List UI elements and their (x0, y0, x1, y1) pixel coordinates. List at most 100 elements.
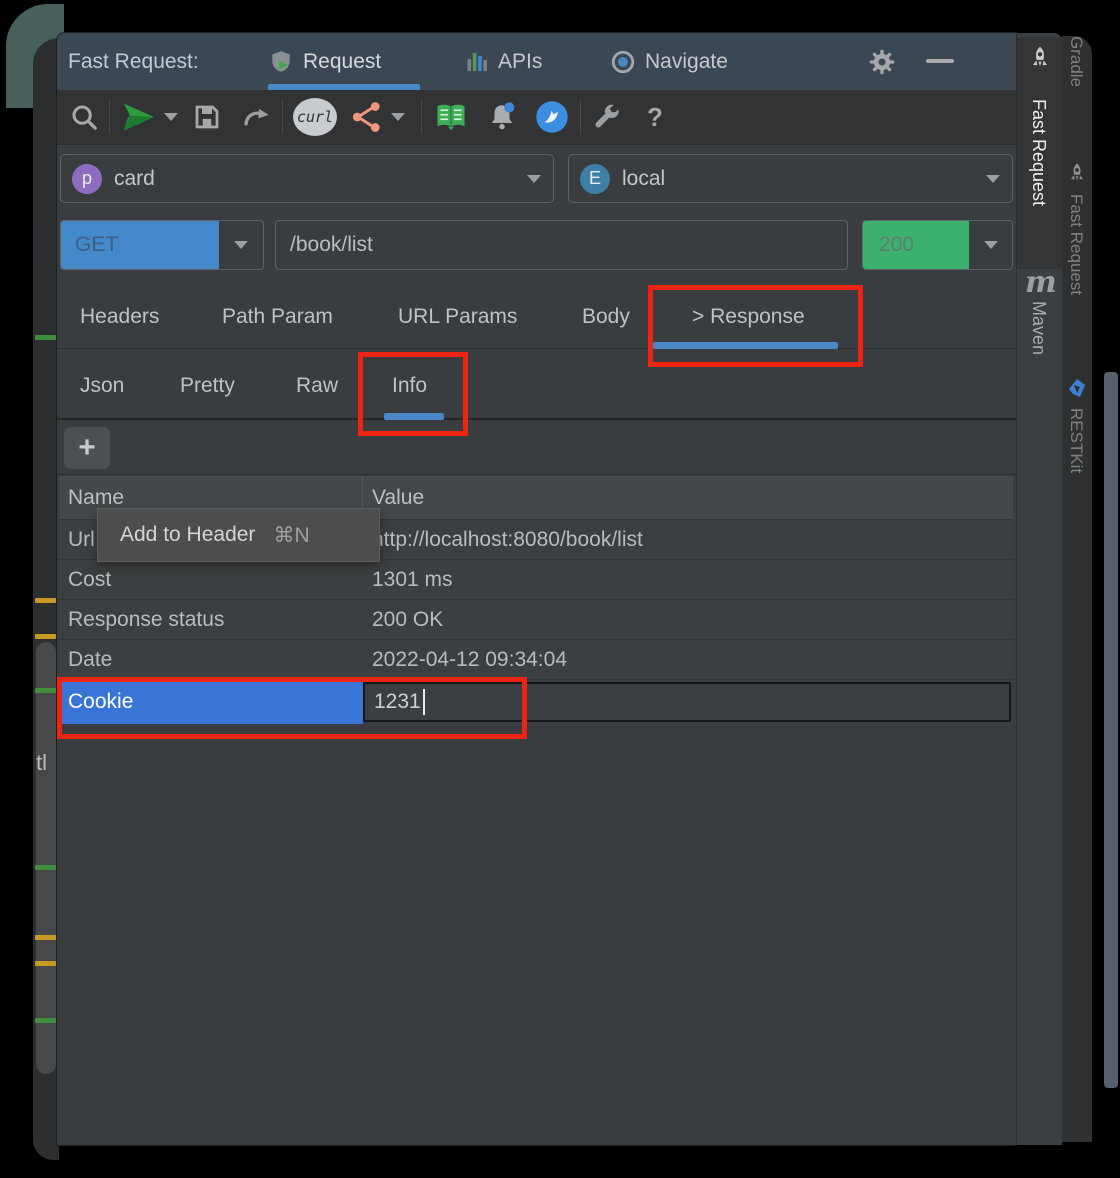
project-select-value: card (114, 167, 521, 191)
add-to-header-tooltip[interactable]: Add to Header ⌘N (97, 508, 380, 562)
status-select[interactable]: 200 (862, 220, 1013, 270)
environment-select-value: local (622, 167, 980, 191)
wrench-icon[interactable] (591, 101, 623, 133)
background-stripe-gradle[interactable]: Gradle (1066, 36, 1086, 87)
table-row[interactable]: Date 2022-04-12 09:34:04 (59, 640, 1013, 680)
stripe-label-maven[interactable]: Maven (1028, 301, 1049, 355)
gutter-mark (35, 1018, 56, 1023)
send-icon[interactable] (120, 99, 158, 135)
help-icon[interactable]: ? (637, 102, 673, 133)
send-dropdown-icon[interactable] (164, 113, 178, 121)
save-icon[interactable] (192, 102, 222, 132)
environment-select[interactable]: E local (568, 154, 1013, 203)
annotation-box-cookie-row (57, 677, 527, 739)
bars-icon (465, 50, 489, 74)
tab-path-param[interactable]: Path Param (222, 305, 333, 329)
add-button[interactable]: + (64, 427, 110, 469)
minimize-icon[interactable] (926, 59, 954, 63)
tab-navigate-label: Navigate (645, 50, 728, 74)
response-view-tabs: Json Pretty Raw Info (57, 350, 1016, 420)
tab-url-params[interactable]: URL Params (398, 305, 517, 329)
tab-navigate[interactable]: Navigate (610, 33, 728, 90)
chevron-down-icon (527, 175, 541, 183)
docs-book-icon[interactable] (432, 99, 470, 135)
redo-icon[interactable] (240, 102, 272, 132)
share-dropdown-icon[interactable] (391, 113, 405, 121)
tab-apis-label: APIs (498, 50, 542, 74)
tab-headers[interactable]: Headers (80, 305, 159, 329)
bird-badge-icon[interactable] (534, 99, 570, 135)
chevron-down-icon (984, 241, 998, 249)
panel-header: Fast Request: Request APIs (57, 33, 1016, 90)
project-select[interactable]: p card (60, 154, 554, 203)
shield-run-icon (268, 49, 294, 75)
row-name: Date (59, 640, 363, 679)
url-value: /book/list (290, 233, 373, 257)
chevron-down-icon (986, 175, 1000, 183)
curl-icon[interactable]: curl (293, 98, 337, 136)
background-stripe-restkit[interactable]: RESTKit (1066, 408, 1086, 473)
tab-body[interactable]: Body (582, 305, 630, 329)
gutter-mark (35, 335, 56, 340)
background-toolwindow-stripe: Gradle Fast Request RESTKit (1062, 36, 1092, 1142)
search-icon[interactable] (69, 102, 99, 132)
tab-apis[interactable]: APIs (465, 33, 542, 90)
gutter-mark (35, 634, 56, 639)
tab-pretty[interactable]: Pretty (180, 374, 235, 398)
url-input[interactable]: /book/list (275, 220, 848, 270)
maven-m-icon: m (1025, 265, 1057, 300)
fast-request-panel: Fast Request: Request APIs (57, 33, 1016, 1145)
rocket-icon (1065, 162, 1089, 186)
selector-row: p card E local (57, 145, 1016, 207)
stripe-label-fast-request[interactable]: Fast Request (1028, 99, 1049, 206)
gutter-mark (35, 865, 56, 870)
tab-request[interactable]: Request (268, 33, 381, 90)
method-value: GET (61, 221, 219, 269)
status-code: 200 (863, 221, 969, 269)
annotation-box-response-tab (648, 285, 863, 367)
annotation-box-info-tab (358, 352, 468, 436)
toolbar-separator (421, 100, 422, 134)
toolbar-separator (580, 100, 581, 134)
notifications-bell-icon[interactable] (484, 99, 520, 135)
table-row[interactable]: Cost 1301 ms (59, 560, 1013, 600)
gutter-mark (35, 961, 56, 966)
method-select[interactable]: GET (60, 220, 264, 270)
target-icon (610, 49, 636, 75)
row-name: Cost (59, 560, 363, 599)
column-header-value[interactable]: Value (363, 486, 424, 510)
background-stripe-fast-request[interactable]: Fast Request (1066, 194, 1086, 295)
curl-label: curl (297, 108, 333, 126)
row-value: 1301 ms (363, 568, 453, 592)
chevron-down-icon (234, 241, 248, 249)
row-name: Response status (59, 600, 363, 639)
row-value: http://localhost:8080/book/list (363, 528, 643, 552)
restkit-icon (1065, 376, 1089, 400)
info-toolbar: + (57, 422, 1016, 475)
project-badge-icon: p (72, 164, 102, 194)
gear-icon[interactable] (868, 48, 896, 81)
row-value: 200 OK (363, 608, 443, 632)
tab-json[interactable]: Json (80, 374, 124, 398)
toolbar-separator (109, 100, 110, 134)
tooltip-label: Add to Header (120, 523, 255, 547)
tooltip-shortcut: ⌘N (273, 523, 309, 548)
toolwindow-stripe: Fast Request m Maven (1016, 33, 1062, 1145)
rocket-icon (1026, 45, 1054, 73)
action-toolbar: curl ? (57, 90, 1016, 145)
editor-scroll-gutter: tl (33, 38, 59, 1160)
scrollbar-thumb[interactable] (36, 642, 56, 1074)
table-row[interactable]: Response status 200 OK (59, 600, 1013, 640)
background-edge-strip (1104, 372, 1118, 1088)
tab-raw[interactable]: Raw (296, 374, 338, 398)
environment-badge-icon: E (580, 164, 610, 194)
share-icon[interactable] (349, 97, 385, 137)
screenshot-stage: tl Gradle Fast Request RESTKit Fast Requ… (0, 0, 1120, 1178)
panel-title: Fast Request: (68, 50, 199, 74)
row-value: 2022-04-12 09:34:04 (363, 648, 567, 672)
gutter-mark (35, 688, 56, 693)
request-tabs: Headers Path Param URL Params Body > Res… (57, 283, 1016, 349)
gutter-mark (35, 935, 56, 940)
request-row: GET /book/list 200 (57, 211, 1016, 277)
editor-text-fragment: tl (36, 750, 47, 776)
